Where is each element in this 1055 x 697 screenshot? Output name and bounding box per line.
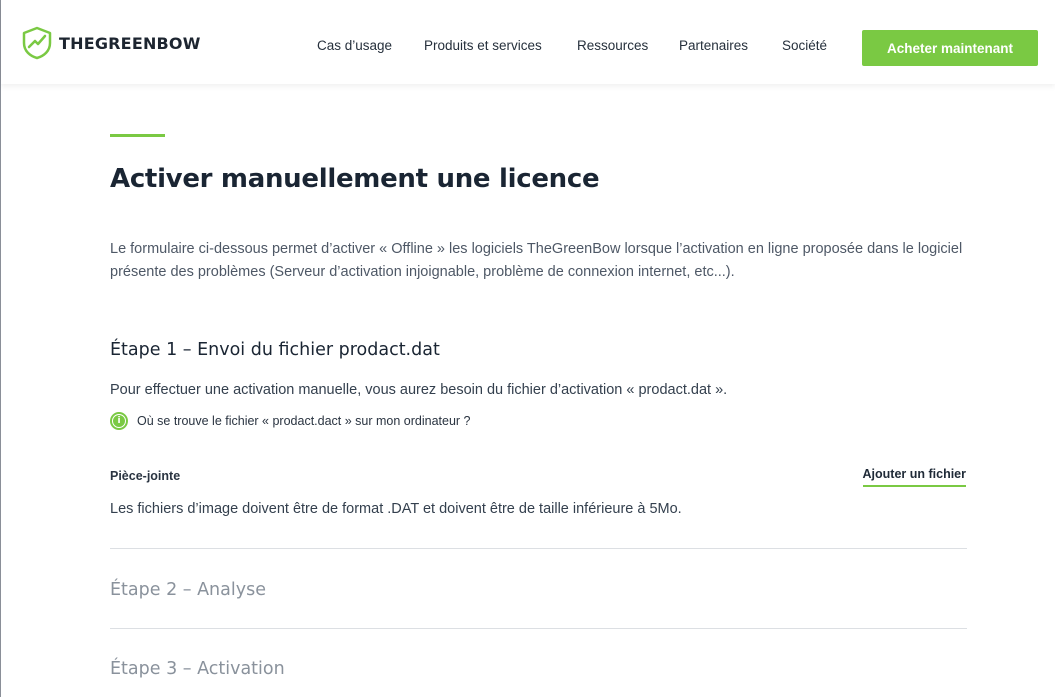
divider — [110, 548, 967, 549]
prodact-location-text: Où se trouve le fichier « prodact.dact »… — [137, 414, 471, 428]
file-requirements-note: Les fichiers d’image doivent être de for… — [110, 501, 682, 517]
page-title: Activer manuellement une licence — [110, 164, 600, 194]
nav-item-company[interactable]: Société — [782, 38, 827, 53]
title-accent-bar — [110, 134, 165, 137]
nav-item-use-cases[interactable]: Cas d’usage — [317, 38, 392, 53]
prodact-location-link[interactable]: i Où se trouve le fichier « prodact.dact… — [110, 412, 471, 430]
step-3-title[interactable]: Étape 3 – Activation — [110, 659, 285, 679]
step-2-title[interactable]: Étape 2 – Analyse — [110, 580, 266, 600]
step-1-description: Pour effectuer une activation manuelle, … — [110, 382, 728, 398]
intro-text: Le formulaire ci-dessous permet d’active… — [110, 241, 963, 280]
attachment-label: Pièce-jointe — [110, 469, 181, 483]
nav-item-resources[interactable]: Ressources — [577, 38, 648, 53]
site-header: THEGREENBOW Cas d’usage Produits et serv… — [1, 0, 1055, 84]
nav-item-products-services[interactable]: Produits et services — [424, 38, 542, 53]
step-1-title: Étape 1 – Envoi du fichier prodact.dat — [110, 340, 440, 360]
info-icon: i — [110, 412, 128, 430]
add-file-button[interactable]: Ajouter un fichier — [862, 467, 966, 487]
divider — [110, 628, 967, 629]
buy-now-button[interactable]: Acheter maintenant — [862, 30, 1038, 66]
nav-item-partners[interactable]: Partenaires — [679, 38, 748, 53]
